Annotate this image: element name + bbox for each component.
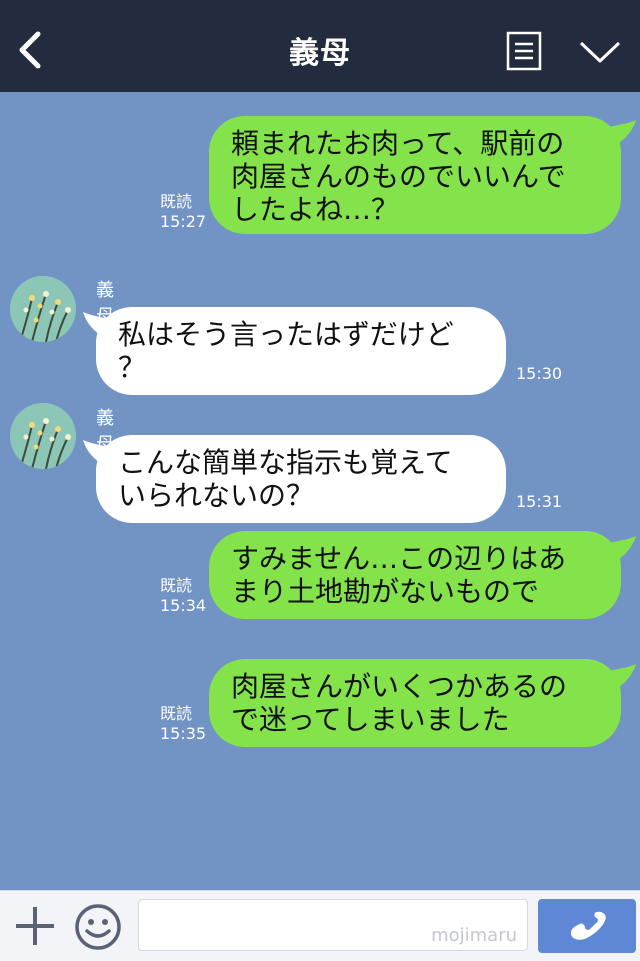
read-receipt: 既読 bbox=[160, 704, 193, 723]
call-button[interactable] bbox=[538, 899, 636, 953]
avatar[interactable] bbox=[10, 403, 76, 469]
avatar-image bbox=[10, 276, 76, 342]
message-input-bar: mojimaru bbox=[0, 890, 640, 961]
read-receipt: 既読 bbox=[160, 192, 193, 211]
avatar-image bbox=[10, 403, 76, 469]
read-receipt: 既読 bbox=[160, 576, 193, 595]
message-bubble[interactable]: 頼まれたお肉って、駅前の 肉屋さんのものでいいんで したよね…？ bbox=[209, 116, 621, 234]
message-time: 15:27 bbox=[160, 212, 207, 231]
message-time: 15:30 bbox=[516, 364, 563, 383]
message-status: 既読 15:27 bbox=[160, 192, 206, 232]
message-bubble[interactable]: すみません…この辺りはあ まり土地勘がないもので bbox=[209, 531, 621, 619]
message-time: 15:35 bbox=[160, 724, 207, 743]
plus-icon[interactable] bbox=[14, 905, 56, 947]
watermark: mojimaru bbox=[431, 925, 517, 946]
emoji-icon[interactable] bbox=[74, 903, 122, 951]
message-input[interactable]: mojimaru bbox=[138, 899, 528, 951]
message-status: 既読 15:35 bbox=[160, 704, 206, 744]
message-status: 既読 15:34 bbox=[160, 576, 206, 616]
chat-title: 義母 bbox=[289, 36, 351, 71]
message-bubble[interactable]: こんな簡単な指示も覚えて いられないの？ bbox=[96, 435, 506, 523]
chat-header: 義母 bbox=[0, 0, 640, 92]
collapse-icon[interactable] bbox=[578, 38, 622, 66]
message-bubble[interactable]: 私はそう言ったはずだけど ？ bbox=[96, 307, 506, 395]
message-time: 15:31 bbox=[516, 492, 563, 511]
phone-icon bbox=[570, 911, 606, 940]
message-time: 15:34 bbox=[160, 596, 207, 615]
chat-area: 既読 15:27 頼まれたお肉って、駅前の 肉屋さんのものでいいんで したよね…… bbox=[0, 92, 640, 890]
message-bubble[interactable]: 肉屋さんがいくつかあるの で迷ってしまいました bbox=[209, 659, 621, 747]
menu-icon[interactable] bbox=[506, 31, 542, 71]
avatar[interactable] bbox=[10, 276, 76, 342]
